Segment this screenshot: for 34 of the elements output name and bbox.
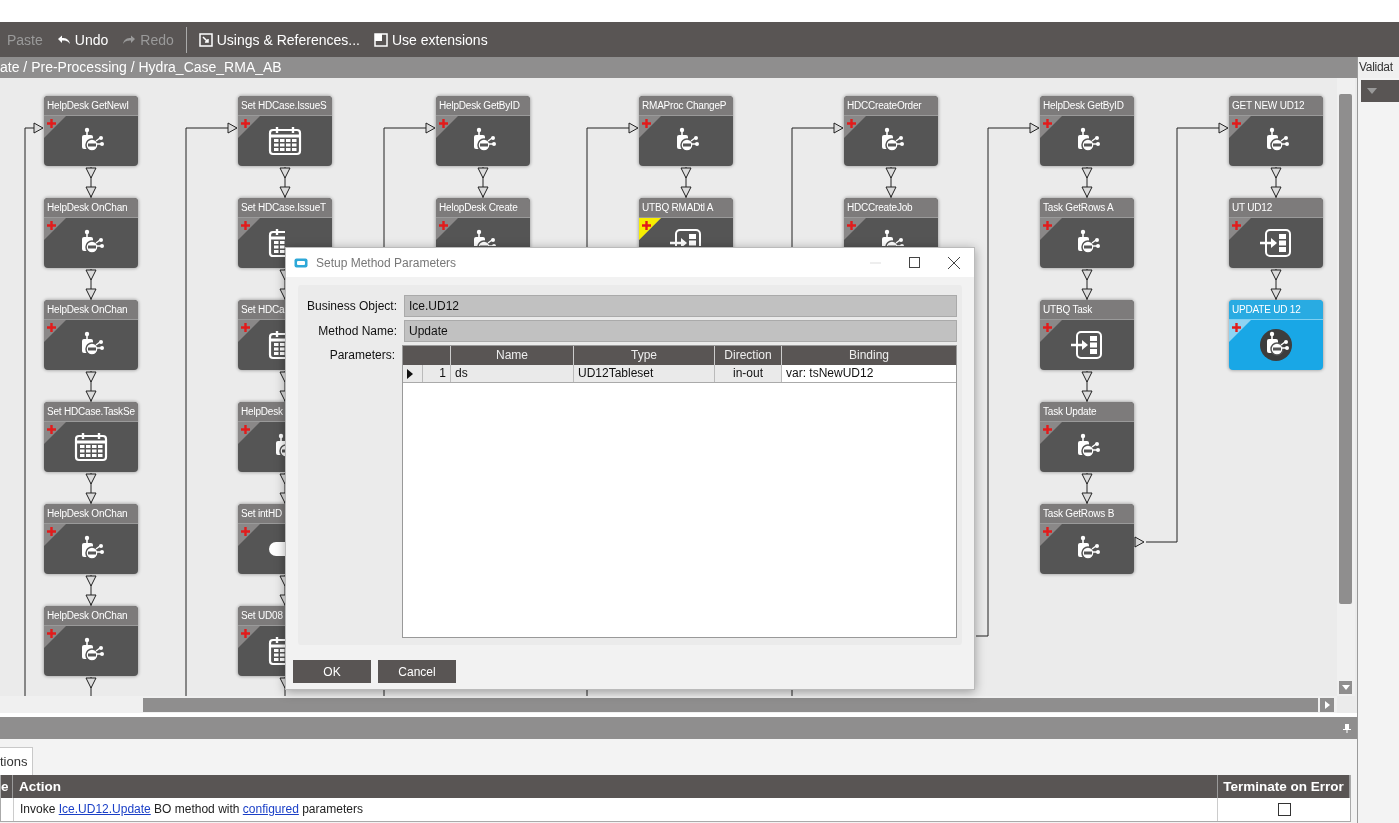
node-title: UTBQ RMADtl A [642,202,714,213]
node-title: HDCCreateJob [847,202,913,213]
node-title: Set HDCase.IssueS [241,100,327,111]
node-title: Task GetRows A [1043,202,1114,213]
node-title: Set HDCase.IssueT [241,202,326,213]
table-cell: ds [450,365,573,382]
node-title: UT UD12 [1232,202,1273,213]
node-title: Set HDCa [241,304,285,315]
node-title: HelpDesk [241,406,283,417]
node-title: UTBQ Task [1043,304,1093,315]
node-title: HelpDesk GetByID [1043,100,1124,111]
node-title: HelpDesk OnChan [47,508,128,519]
node-title: HelpDesk GetNewI [47,100,129,111]
field-label: Method Name: [317,324,398,338]
action-text: Invoke Ice.UD12.Update BO method with configured parameters [14,798,1218,821]
node-title: Set HDCase.TaskSe [47,406,135,417]
node-title: HelpDesk OnChan [47,610,128,621]
node-title: Set UD08 [241,610,283,621]
node-title: GET NEW UD12 [1232,100,1305,111]
field-label: Parameters: [328,347,396,364]
node-title: Task GetRows B [1043,508,1115,519]
node-title: HDCCreateOrder [847,100,922,111]
node-title: HelpDesk OnChan [47,202,128,213]
node-title: HelopDesk Create [439,202,518,213]
node-title: HelpDesk OnChan [47,304,128,315]
table-cell: UD12Tableset [573,365,714,382]
field-label: Business Object: [305,299,398,313]
table-cell: 1 [422,365,450,382]
node-title: Task Update [1043,406,1097,417]
node-title: RMAProc ChangeP [642,100,727,111]
node-title: Set intHD [241,508,282,519]
node-title: HelpDesk GetByID [439,100,520,111]
breadcrumb-path: ate / Pre-Processing / Hydra_Case_RMA_AB [0,59,282,75]
node-title: UPDATE UD 12 [1232,304,1301,315]
